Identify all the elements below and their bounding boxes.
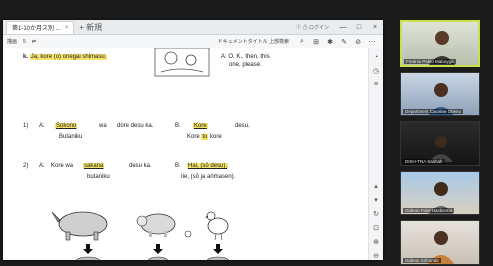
participant-name: Frednix Pablo Maboyga xyxy=(404,58,456,64)
participant-tile[interactable]: DISH-TNA Sashah xyxy=(400,121,480,166)
exercise-2-a-prompt: butaniku xyxy=(87,174,110,180)
draw-icon[interactable]: ✎ xyxy=(337,38,351,46)
exercise-2-a-answer: sakana xyxy=(83,163,105,169)
document-page: k. Ja, kore (o) onegai shimasu. A: O. K.… xyxy=(3,48,369,260)
exercise-1-b-rest: desu. xyxy=(235,123,250,129)
participant-tile[interactable]: Frednix Pablo Maboyga xyxy=(400,20,480,67)
document-tab[interactable]: 第1-10か月ス別 ... × xyxy=(6,20,75,34)
exercise-1-b-answer: Kore xyxy=(193,123,208,129)
zoom-in-icon[interactable]: ⊕ xyxy=(373,238,379,246)
participants-panel: Frednix Pablo Maboyga Department Carolin… xyxy=(400,20,480,265)
participant-tile[interactable]: Gideon Fidel Hasbiema xyxy=(400,170,480,216)
line-k-label: k. xyxy=(23,54,29,60)
bookmark-icon[interactable]: ◷ xyxy=(373,67,379,75)
exercise-1-a-prompt: Butaniku xyxy=(59,134,83,140)
viewer-side-rail: ◔ ◷ ≡ ▴ ▾ ↻ ⊡ ⊕ ⊖ xyxy=(368,48,383,260)
viewer-toolbar: 描画 5 ⇄ ドキュメントタイトル 上部検索 ⌕ ⊞ ✱ ✎ ⊘ ⋯ xyxy=(3,35,383,49)
rhino-icon xyxy=(51,211,108,241)
redo-button[interactable]: ⇄ xyxy=(32,39,36,45)
meat-icon xyxy=(206,256,230,260)
fit-page-icon[interactable]: ⊡ xyxy=(373,224,379,232)
title-bar: 第1-10か月ス別 ... × + 新規 ① ⚠ ログイン — □ × xyxy=(3,20,383,35)
outline-icon[interactable]: ◔ xyxy=(374,54,378,61)
participant-video-icon xyxy=(429,136,453,163)
meat-icon xyxy=(147,256,169,260)
line-k: k. Ja, kore (o) onegai shimasu. xyxy=(23,54,108,60)
scroll-down-icon[interactable]: ▾ xyxy=(374,196,378,204)
search-icon[interactable]: ⌕ xyxy=(295,38,309,46)
undo-button[interactable]: 5 xyxy=(23,39,26,45)
exercise-1-b-label: B: xyxy=(175,123,181,129)
participant-name: DISH-TNA Sashah xyxy=(403,158,445,164)
minimize-button[interactable]: — xyxy=(335,24,351,31)
close-window-button[interactable]: × xyxy=(367,24,383,31)
exercise-1-b-prompt: Kore to kore xyxy=(187,134,222,140)
exercise-1-a-particle: wa xyxy=(99,123,107,129)
zoom-out-icon[interactable]: ⊖ xyxy=(373,252,379,260)
exercise-2-number: 2) xyxy=(23,163,29,169)
participant-name: Gideon Fidel Hasbiema xyxy=(403,208,455,214)
more-icon[interactable]: ⋯ xyxy=(365,38,379,46)
close-tab-icon[interactable]: × xyxy=(65,25,69,31)
new-tab-button[interactable]: + 新規 xyxy=(79,22,102,33)
pig-icon xyxy=(136,213,176,237)
participant-name: Department Caroline Otieno xyxy=(403,109,464,115)
draw-menu[interactable]: 描画 xyxy=(7,38,17,45)
exercise-1-a-label: A: xyxy=(39,123,45,129)
chicken-icon xyxy=(205,211,229,241)
line-k-translation-b: one, please. xyxy=(229,62,262,68)
line-k-translation-a: A: O. K., then, this xyxy=(221,54,270,60)
shopping-illustration xyxy=(154,48,210,77)
list-icon[interactable]: ≡ xyxy=(374,81,378,88)
highlight-icon[interactable]: ✱ xyxy=(323,38,337,46)
exercise-1-a-question: dore desu ka. xyxy=(117,123,154,129)
scroll-up-icon[interactable]: ▴ xyxy=(374,182,378,190)
exercise-1-a-answer: Sokono xyxy=(55,123,78,129)
maximize-button[interactable]: □ xyxy=(351,24,367,31)
exercise-2-b-answer: Hai, (sō desu). xyxy=(187,163,229,169)
document-viewer-window: 第1-10か月ス別 ... × + 新規 ① ⚠ ログイン — □ × 描画 5… xyxy=(3,20,383,260)
toolbar-hint: ドキュメントタイトル 上部検索 xyxy=(217,39,289,45)
exercise-2-a-question: desu ka. xyxy=(129,163,152,169)
meat-icon xyxy=(76,256,100,260)
exercise-1-number: 1) xyxy=(23,123,29,129)
participant-name: Gideon Sirhumbi xyxy=(403,257,441,263)
arrow-down-icon xyxy=(83,244,223,254)
document-tab-label: 第1-10か月ス別 ... xyxy=(12,26,61,32)
participant-tile[interactable]: Gideon Sirhumbi xyxy=(400,220,480,265)
zoom-icon[interactable]: ⊞ xyxy=(309,38,323,46)
exercise-2-b-prompt: Iie, (sō ja arimasen). xyxy=(181,174,236,180)
exercise-2-a-text: Kore wa xyxy=(51,163,74,169)
exercise-2-a-label: A: xyxy=(39,163,45,169)
exercise-2-b-label: B: xyxy=(175,163,181,169)
animal-illustrations xyxy=(51,211,230,260)
account-hint[interactable]: ① ⚠ ログイン xyxy=(296,24,329,31)
line-k-text: Ja, kore (o) onegai shimasu. xyxy=(29,54,108,60)
erase-icon[interactable]: ⊘ xyxy=(351,38,365,46)
rotate-icon[interactable]: ↻ xyxy=(373,210,379,218)
participant-tile[interactable]: Department Caroline Otieno xyxy=(400,71,480,117)
